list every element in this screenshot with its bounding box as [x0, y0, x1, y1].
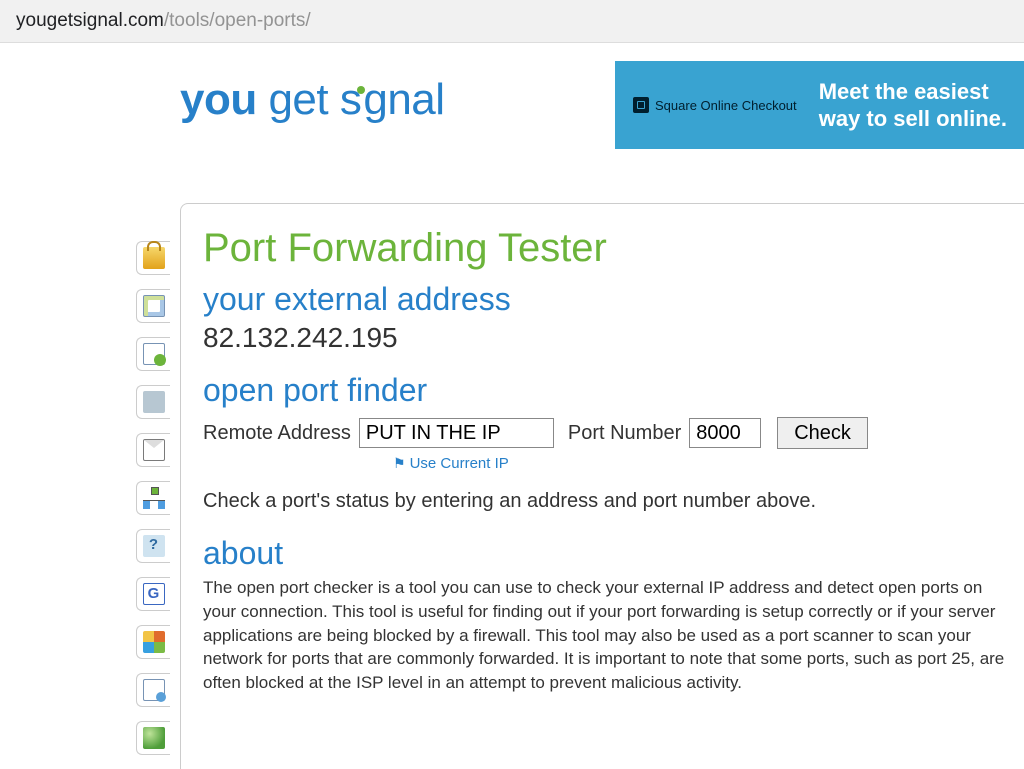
external-ip: 82.132.242.195 [203, 322, 1012, 354]
open-port-finder-heading: open port finder [203, 372, 1012, 409]
phone-icon [143, 391, 165, 413]
help-icon [143, 535, 165, 557]
about-heading: about [203, 535, 1012, 572]
side-tab-open-ports[interactable] [136, 241, 170, 275]
side-tab-network[interactable] [136, 481, 170, 515]
finder-form: Remote Address Port Number Check [203, 417, 1012, 449]
side-tab-globe[interactable] [136, 721, 170, 755]
google-icon: G [143, 583, 165, 605]
globe-icon [143, 727, 165, 749]
lock-icon [143, 247, 165, 269]
ad-brand-text: Square Online Checkout [655, 98, 797, 113]
side-tab-document[interactable] [136, 673, 170, 707]
use-current-ip-link[interactable]: Use Current IP [410, 455, 509, 472]
side-tab-reverse-ip[interactable] [136, 337, 170, 371]
side-tab-bar: G [136, 203, 180, 769]
map-icon [143, 295, 165, 317]
logo-after: gnal [363, 75, 444, 124]
url-path: /tools/open-ports/ [164, 10, 311, 31]
logo-bold: you [180, 75, 257, 124]
port-number-label: Port Number [568, 422, 681, 445]
mail-icon [143, 439, 165, 461]
side-tab-phone[interactable] [136, 385, 170, 419]
logo-mid: get s [257, 75, 362, 124]
document-icon [143, 679, 165, 701]
ad-banner[interactable]: Square Online Checkout Meet the easiest … [615, 61, 1024, 149]
side-tab-visual-trace[interactable] [136, 289, 170, 323]
url-domain: yougetsignal.com [16, 10, 164, 31]
remote-address-label: Remote Address [203, 422, 351, 445]
ad-brand: Square Online Checkout [633, 97, 797, 113]
check-button[interactable]: Check [777, 417, 868, 449]
side-tab-help[interactable] [136, 529, 170, 563]
flag-icon: ⚑ [393, 455, 406, 471]
windows-icon [143, 631, 165, 653]
header-region: you get sgnal Square Online Checkout Mee… [0, 43, 1024, 203]
external-address-heading: your external address [203, 281, 1012, 318]
ad-headline: Meet the easiest way to sell online. [819, 78, 1007, 133]
status-message: Check a port's status by entering an add… [203, 490, 1012, 513]
main-content: Port Forwarding Tester your external add… [180, 203, 1024, 769]
port-number-input[interactable] [689, 418, 761, 448]
site-logo[interactable]: you get sgnal [180, 75, 445, 125]
browser-url-bar[interactable]: yougetsignal.com/tools/open-ports/ [0, 0, 1024, 43]
ad-line1: Meet the easiest [819, 78, 1007, 106]
side-tab-google[interactable]: G [136, 577, 170, 611]
map-send-icon [143, 343, 165, 365]
square-icon [633, 97, 649, 113]
side-tab-windows[interactable] [136, 625, 170, 659]
network-icon [143, 487, 165, 509]
use-current-ip-row: ⚑Use Current IP [393, 455, 1012, 472]
page-title: Port Forwarding Tester [203, 226, 1012, 271]
side-tab-mail[interactable] [136, 433, 170, 467]
ad-line2: way to sell online. [819, 105, 1007, 133]
remote-address-input[interactable] [359, 418, 554, 448]
about-text: The open port checker is a tool you can … [203, 576, 1012, 695]
